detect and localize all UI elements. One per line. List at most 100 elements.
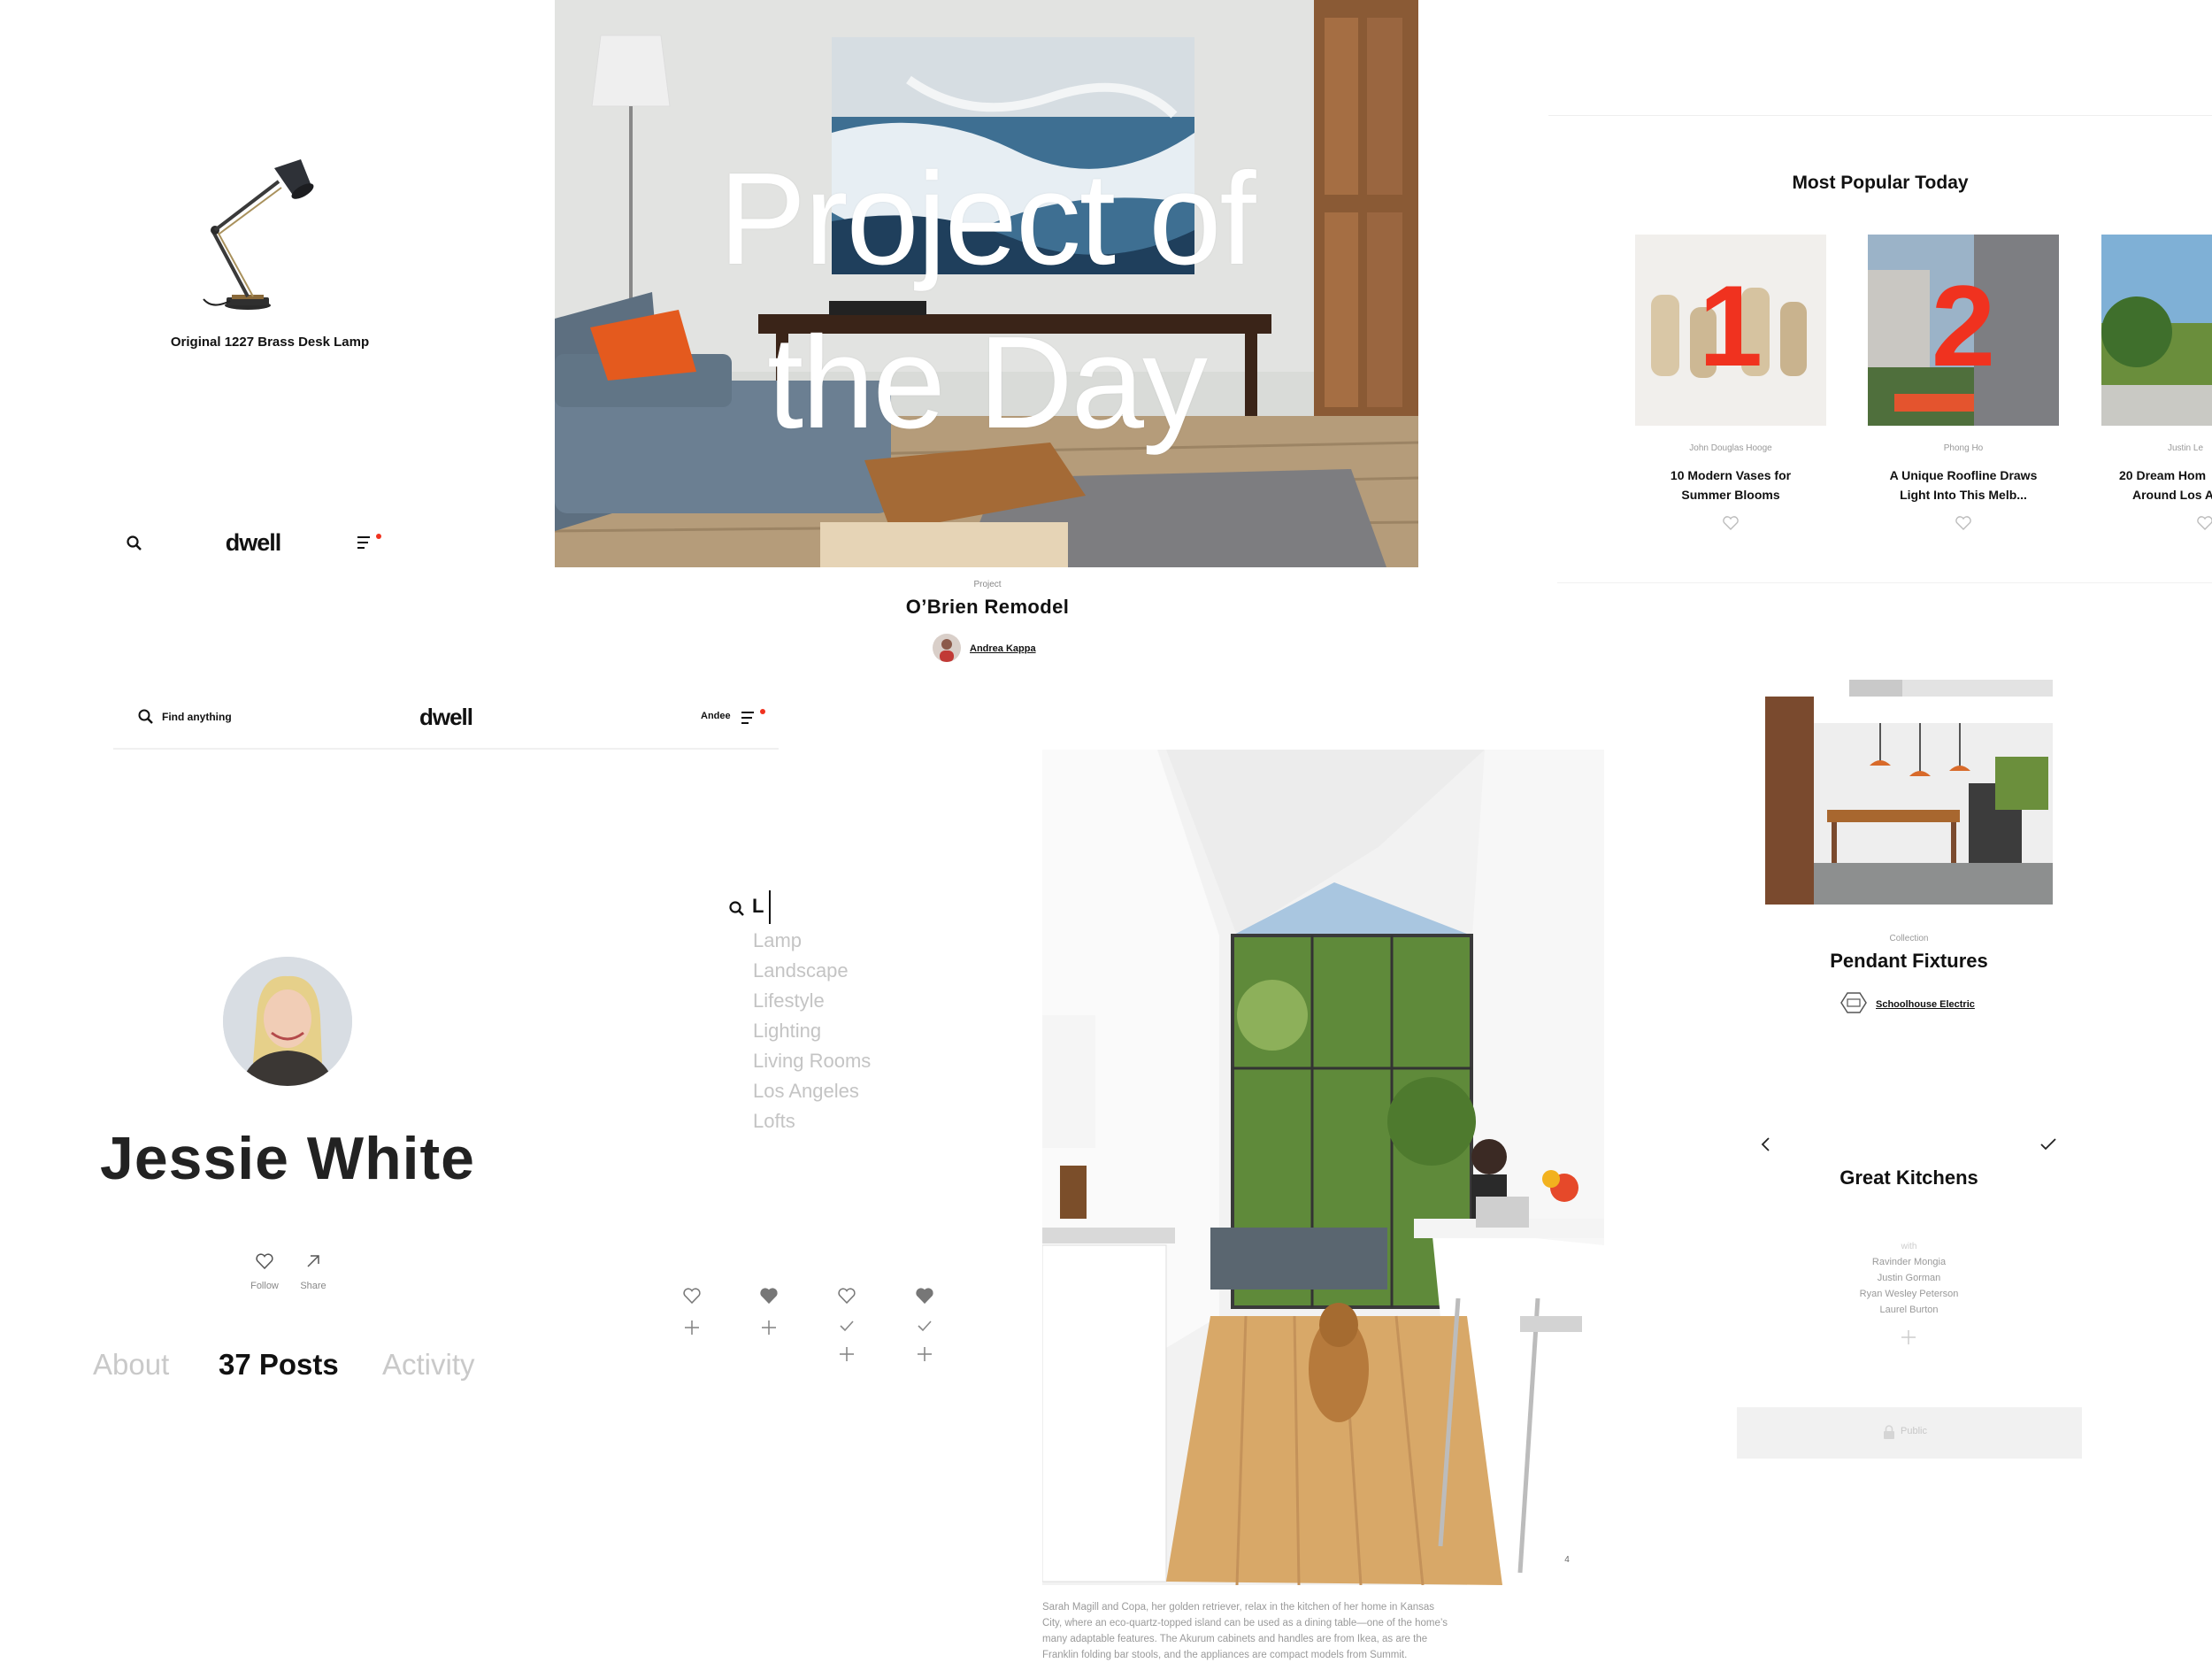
most-popular-heading: Most Popular Today	[1792, 173, 1969, 193]
visibility-toggle[interactable]: Public	[1737, 1407, 2082, 1459]
card-author[interactable]: Phong Ho	[1868, 443, 2059, 453]
card-title[interactable]: A Unique Roofline Draws Light Into This …	[1868, 466, 2059, 504]
popular-card[interactable]: 2 Phong Ho A Unique Roofline Draws Light…	[1868, 235, 2059, 531]
follow-button[interactable]: Follow	[239, 1281, 290, 1291]
search-input[interactable]: Find anything	[162, 711, 232, 723]
popular-card[interactable]: 1 John Douglas Hooge 10 Modern Vases for…	[1635, 235, 1826, 531]
plus-icon[interactable]	[682, 1318, 702, 1337]
suggestion-item[interactable]: Lamp	[753, 929, 802, 952]
heart-filled-icon[interactable]	[915, 1286, 934, 1305]
heart-icon[interactable]	[255, 1252, 274, 1270]
card-author[interactable]: John Douglas Hooge	[1635, 443, 1826, 453]
hero-title-line-2: the Day	[766, 310, 1208, 456]
tab-activity[interactable]: Activity	[382, 1348, 475, 1382]
project-label: Project	[973, 580, 1002, 589]
popular-thumbnail[interactable]: 1	[1635, 235, 1826, 426]
caption-line: City, where an eco-quartz-topped island …	[1042, 1618, 1448, 1628]
user-name[interactable]: Andee	[701, 711, 731, 721]
card-title-line: A Unique Roofline Draws	[1889, 468, 2038, 482]
search-icon	[729, 901, 744, 916]
plus-icon[interactable]	[915, 1344, 934, 1364]
heart-icon[interactable]	[1955, 515, 1972, 531]
heart-filled-icon[interactable]	[759, 1286, 779, 1305]
plus-icon[interactable]	[759, 1318, 779, 1337]
rank-number: 1	[1698, 261, 1763, 390]
search-input[interactable]: L	[752, 895, 764, 918]
project-of-the-day-hero[interactable]: Project of the Day	[555, 0, 1418, 567]
rank-number: 2	[1931, 261, 1996, 390]
heart-outline-icon[interactable]	[837, 1286, 856, 1305]
divider	[1548, 115, 2212, 116]
collaborator-name[interactable]: Laurel Burton	[1818, 1305, 2000, 1315]
product-title[interactable]: Original 1227 Brass Desk Lamp	[88, 335, 451, 350]
tab-about[interactable]: About	[93, 1348, 169, 1382]
card-title-line: Light Into This Melb...	[1900, 488, 2027, 502]
visibility-label: Public	[1901, 1426, 1927, 1436]
hero-title: Project of the Day	[555, 137, 1418, 465]
kitchen-photo[interactable]: 4	[1042, 750, 1604, 1585]
search-icon[interactable]	[126, 535, 143, 552]
author-avatar[interactable]	[933, 634, 961, 662]
project-title[interactable]: O’Brien Remodel	[796, 596, 1179, 619]
popular-thumbnail[interactable]: 2	[1868, 235, 2059, 426]
check-icon[interactable]	[915, 1316, 934, 1336]
caption-line: Franklin folding bar stools, and the app…	[1042, 1650, 1408, 1660]
rank-number: 3	[2154, 268, 2212, 383]
header-divider	[113, 748, 779, 750]
chevron-left-icon[interactable]	[1759, 1136, 1773, 1153]
card-title-line: 20 Dream Hom	[2119, 468, 2207, 482]
suggestion-item[interactable]: Living Rooms	[753, 1050, 871, 1073]
search-icon[interactable]	[137, 708, 155, 726]
lamp-product-image[interactable]	[177, 133, 336, 319]
collaborator-name[interactable]: Justin Gorman	[1818, 1273, 2000, 1283]
card-title[interactable]: 10 Modern Vases for Summer Blooms	[1635, 466, 1826, 504]
share-arrow-icon[interactable]	[304, 1252, 322, 1270]
photo-count-badge[interactable]: 4	[1555, 1551, 1579, 1569]
share-button[interactable]: Share	[288, 1281, 338, 1291]
kitchen-illustration	[1042, 750, 1604, 1585]
author-link[interactable]: Andrea Kappa	[970, 643, 1036, 654]
heart-outline-icon[interactable]	[682, 1286, 702, 1305]
hero-title-line-1: Project of	[718, 146, 1256, 292]
menu-icon[interactable]	[356, 533, 382, 552]
with-label: with	[1901, 1242, 1917, 1251]
caption-line: Sarah Magill and Copa, her golden retrie…	[1042, 1602, 1435, 1613]
collection-cover-stack[interactable]	[1765, 677, 2053, 907]
suggestion-item[interactable]: Los Angeles	[753, 1080, 859, 1103]
popular-card[interactable]: 3 Justin Le 20 Dream Hom Around Los A	[2101, 235, 2212, 531]
text-caret	[769, 890, 771, 924]
photo-caption: Sarah Magill and Copa, her golden retrie…	[1042, 1599, 1485, 1663]
profile-avatar[interactable]	[223, 957, 352, 1086]
plus-icon[interactable]	[837, 1344, 856, 1364]
collaborator-name[interactable]: Ravinder Mongia	[1818, 1257, 2000, 1267]
heart-icon[interactable]	[2196, 515, 2212, 531]
collection-label: Collection	[1889, 934, 1929, 943]
card-title-line: Around Los A	[2132, 488, 2212, 502]
schoolhouse-electric-logo[interactable]	[1840, 991, 1867, 1014]
card-author[interactable]: Justin Le	[2101, 443, 2212, 453]
suggestion-item[interactable]: Lofts	[753, 1110, 795, 1133]
collection-title[interactable]: Pendant Fixtures	[1770, 950, 2048, 973]
menu-icon[interactable]	[740, 708, 766, 728]
dwell-logo[interactable]: dwell	[393, 704, 499, 731]
profile-name: Jessie White	[100, 1125, 475, 1192]
suggestion-item[interactable]: Lifestyle	[753, 989, 825, 1012]
check-icon[interactable]	[837, 1316, 856, 1336]
divider	[1557, 582, 2212, 583]
check-icon[interactable]	[2039, 1136, 2058, 1152]
brand-link[interactable]: Schoolhouse Electric	[1876, 999, 1975, 1010]
collection-name-title[interactable]: Great Kitchens	[1770, 1166, 2048, 1190]
suggestion-item[interactable]: Lighting	[753, 1020, 821, 1043]
add-collaborator-plus-icon[interactable]	[1900, 1328, 1917, 1346]
dwell-logo[interactable]: dwell	[209, 529, 297, 557]
lock-icon	[1884, 1425, 1894, 1439]
heart-icon[interactable]	[1722, 515, 1740, 531]
card-title-line: 10 Modern Vases for	[1670, 468, 1792, 482]
popular-thumbnail[interactable]: 3	[2101, 235, 2212, 426]
tab-posts[interactable]: 37 Posts	[219, 1348, 339, 1382]
card-title[interactable]: 20 Dream Hom Around Los A	[2101, 466, 2212, 504]
card-title-line: Summer Blooms	[1681, 488, 1780, 502]
collaborator-name[interactable]: Ryan Wesley Peterson	[1818, 1289, 2000, 1299]
caption-line: many adaptable features. The Akurum cabi…	[1042, 1634, 1428, 1644]
suggestion-item[interactable]: Landscape	[753, 959, 849, 982]
